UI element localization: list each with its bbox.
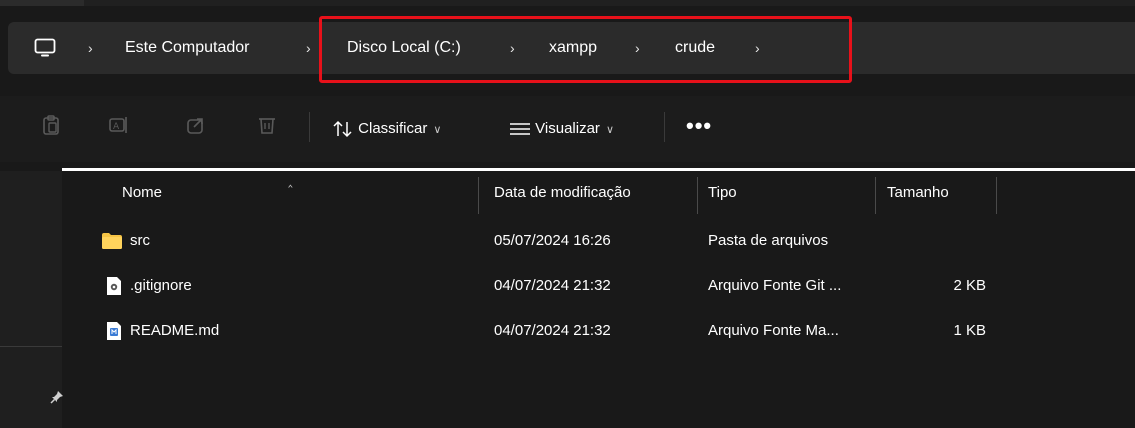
file-type: Pasta de arquivos <box>708 232 829 249</box>
pin-icon[interactable] <box>50 390 64 404</box>
markdown-file-icon <box>107 322 121 340</box>
file-modified: 04/07/2024 21:32 <box>494 322 611 339</box>
file-name: .gitignore <box>130 277 192 294</box>
file-size <box>926 229 986 253</box>
gitignore-file-icon <box>107 277 121 295</box>
column-header-row: Nome Data de modificação Tipo Tamanho <box>62 171 1135 214</box>
breadcrumb-item-este-computador[interactable]: Este Computador <box>125 22 250 74</box>
column-header-size[interactable]: Tamanho <box>887 171 949 214</box>
column-divider[interactable] <box>996 177 997 214</box>
file-size: 2 KB <box>953 277 986 294</box>
column-divider[interactable] <box>697 177 698 214</box>
share-icon[interactable] <box>185 114 207 136</box>
column-header-modified[interactable]: Data de modificação <box>494 171 631 214</box>
column-header-type[interactable]: Tipo <box>708 171 737 214</box>
chevron-down-icon: ∨ <box>433 124 442 136</box>
sort-button[interactable]: Classificar ∨ <box>332 96 441 162</box>
file-type: Arquivo Fonte Ma... <box>708 322 839 339</box>
toolbar-divider <box>309 112 310 142</box>
file-name: README.md <box>130 322 220 339</box>
file-size: 1 KB <box>953 322 986 339</box>
view-button[interactable]: Visualizar ∨ <box>509 96 614 162</box>
breadcrumb-chevron-icon[interactable]: › <box>306 22 311 74</box>
file-modified: 04/07/2024 21:32 <box>494 277 611 294</box>
tab-strip <box>0 0 1135 6</box>
column-header-name[interactable]: Nome <box>122 171 162 214</box>
toolbar-divider <box>664 112 665 142</box>
sort-icon <box>333 120 352 138</box>
file-name: src <box>130 232 150 249</box>
command-toolbar: A Classificar ∨ Visualizar ∨ ••• <box>0 96 1135 162</box>
svg-text:A: A <box>113 122 120 132</box>
rename-icon[interactable]: A <box>108 114 130 136</box>
highlight-annotation-box <box>319 16 852 83</box>
view-list-icon <box>510 123 530 135</box>
file-row[interactable]: .gitignore 04/07/2024 21:32 Arquivo Font… <box>62 274 1135 298</box>
breadcrumb-chevron-icon[interactable]: › <box>88 22 93 74</box>
sort-ascending-icon: ‸ <box>288 171 293 187</box>
view-button-label: Visualizar <box>535 120 600 137</box>
file-modified: 05/07/2024 16:26 <box>494 232 611 249</box>
folder-icon <box>102 233 122 249</box>
chevron-down-icon: ∨ <box>605 124 614 136</box>
paste-icon[interactable] <box>40 114 62 136</box>
file-type: Arquivo Fonte Git ... <box>708 277 842 294</box>
computer-icon[interactable] <box>34 38 56 58</box>
delete-icon[interactable] <box>256 114 278 136</box>
sort-button-label: Classificar <box>358 120 428 137</box>
more-options-button[interactable]: ••• <box>686 96 712 162</box>
file-row[interactable]: README.md 04/07/2024 21:32 Arquivo Fonte… <box>62 319 1135 343</box>
column-divider[interactable] <box>875 177 876 214</box>
nav-divider <box>0 346 62 347</box>
tab-edge <box>0 0 84 6</box>
column-divider[interactable] <box>478 177 479 214</box>
file-row[interactable]: src 05/07/2024 16:26 Pasta de arquivos <box>62 229 1135 253</box>
